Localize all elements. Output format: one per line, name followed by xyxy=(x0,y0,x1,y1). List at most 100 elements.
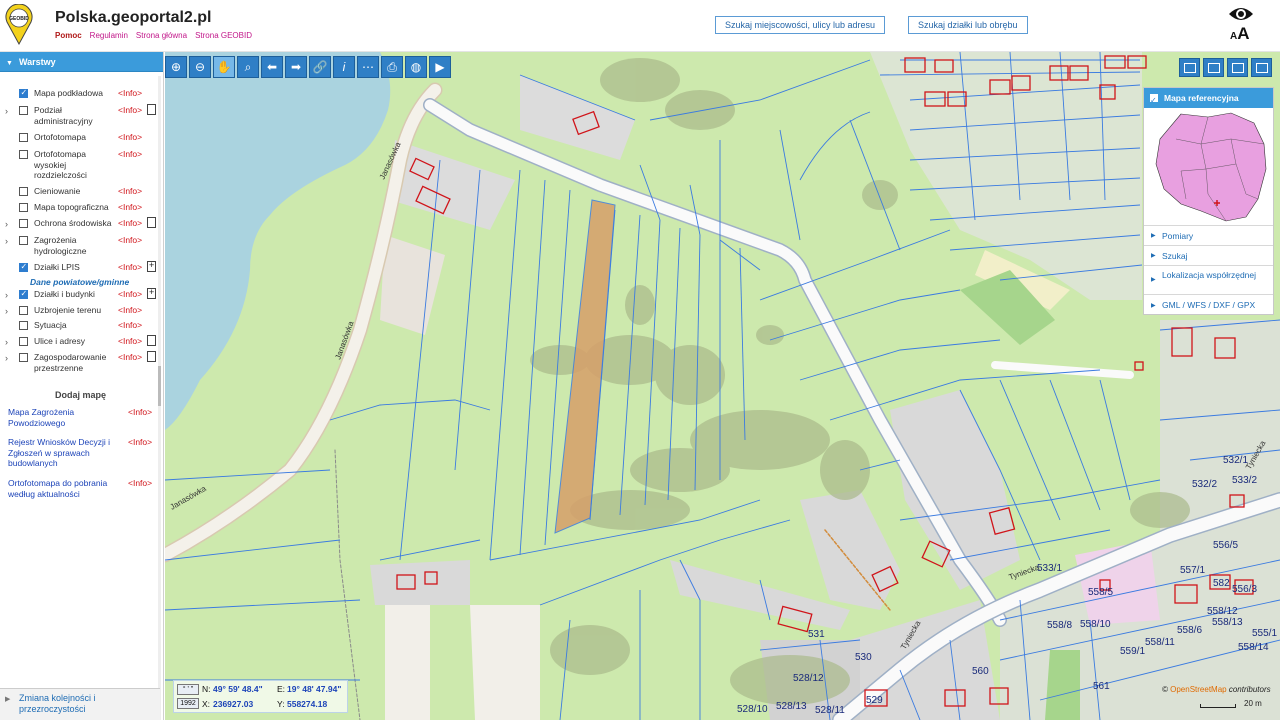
parcel-label: 561 xyxy=(1093,681,1110,692)
legend-document-icon[interactable] xyxy=(147,351,156,362)
add-map-orthophoto-download[interactable]: Ortofotomapa do pobrania według aktualno… xyxy=(8,478,158,499)
search-parcel-button[interactable]: Szukaj działki lub obrębu xyxy=(908,16,1028,34)
longitude-value: 19° 48' 47.94" xyxy=(287,684,342,694)
home-link[interactable]: Strona główna xyxy=(136,31,187,40)
zoom-box-icon[interactable]: ⌕ xyxy=(237,56,259,78)
layer-checkbox[interactable] xyxy=(19,321,28,330)
expand-chevron-icon[interactable]: › xyxy=(5,337,8,347)
info-link[interactable]: <Info> xyxy=(128,478,152,488)
legend-plus-icon[interactable] xyxy=(147,260,156,272)
legend-document-icon[interactable] xyxy=(147,217,156,228)
info-link[interactable]: <Info> xyxy=(128,437,152,447)
search-place-button[interactable]: Szukaj miejscowości, ulicy lub adresu xyxy=(715,16,886,34)
info-link[interactable]: <Info> xyxy=(128,407,152,417)
expand-chevron-icon[interactable]: › xyxy=(5,353,8,363)
osm-link[interactable]: OpenStreetMap xyxy=(1170,685,1226,694)
zoom-in-icon[interactable]: ⊕ xyxy=(165,56,187,78)
font-size-toggle[interactable]: AA xyxy=(1230,24,1250,44)
layer-checkbox[interactable] xyxy=(19,306,28,315)
parcel-label: 529 xyxy=(866,695,883,706)
local-data-subheader: Dane powiatowe/gminne xyxy=(30,277,130,287)
print-icon[interactable]: ⎙ xyxy=(381,56,403,78)
layer-checkbox[interactable] xyxy=(19,106,28,115)
geobid-link[interactable]: Strona GEOBID xyxy=(195,31,252,40)
layer-order-footer[interactable]: ▶ Zmiana kolejności i przezroczystości xyxy=(0,688,160,720)
legend-document-icon[interactable] xyxy=(147,104,156,115)
add-map-building-register[interactable]: Rejestr Wniosków Decyzji i Zgłoszeń w sp… xyxy=(8,437,158,469)
panel-gml-export[interactable]: ▶ GML / WFS / DXF / GPX xyxy=(1144,294,1273,315)
info-link[interactable]: <Info> xyxy=(118,320,142,330)
legend-document-icon[interactable] xyxy=(147,335,156,346)
info-link[interactable]: <Info> xyxy=(118,305,142,315)
sidebar-scrollbar[interactable] xyxy=(158,76,161,720)
panel-measurements[interactable]: ▶ Pomiary xyxy=(1144,225,1273,245)
expand-chevron-icon[interactable]: › xyxy=(5,219,8,229)
info-link[interactable]: <Info> xyxy=(118,352,142,362)
geobid-logo-icon[interactable]: GEOBID xyxy=(4,4,34,46)
legend-plus-icon[interactable] xyxy=(147,287,156,299)
parcel-label: 560 xyxy=(972,666,989,677)
layer-label: Zagospodarowanie przestrzenne xyxy=(34,352,107,373)
layout-top-icon[interactable] xyxy=(1179,58,1200,77)
info-link[interactable]: <Info> xyxy=(118,149,142,159)
crs-1992-toggle[interactable]: 1992 xyxy=(177,698,199,709)
parcel-label: 532/2 xyxy=(1192,479,1217,490)
pan-hand-icon[interactable]: ✋ xyxy=(213,56,235,78)
back-arrow-icon[interactable]: ⬅ xyxy=(261,56,283,78)
reference-map-header[interactable]: Mapa referencyjna xyxy=(1144,88,1273,111)
layer-checkbox[interactable] xyxy=(19,262,28,272)
terms-link[interactable]: Regulamin xyxy=(90,31,128,40)
layer-checkbox[interactable] xyxy=(19,289,28,299)
export-icon[interactable] xyxy=(1227,58,1248,77)
info-link[interactable]: <Info> xyxy=(118,202,142,212)
dms-format-toggle[interactable]: ° ' " xyxy=(177,684,199,695)
layer-checkbox[interactable] xyxy=(19,150,28,159)
panel-coordinate-location[interactable]: ▶ Lokalizacja współrzędnej xyxy=(1144,265,1273,294)
header-links: Pomoc Regulamin Strona główna Strona GEO… xyxy=(55,31,252,40)
reference-map[interactable] xyxy=(1146,109,1273,224)
layers-sidebar: ▼Warstwy Mapa podkładowa <Info> › Podział a… xyxy=(0,52,164,720)
info-link[interactable]: <Info> xyxy=(118,336,142,346)
expand-chevron-icon[interactable]: › xyxy=(5,290,8,300)
zoom-out-icon[interactable]: ⊖ xyxy=(189,56,211,78)
expand-chevron-icon[interactable]: › xyxy=(5,106,8,116)
camera-icon[interactable]: ▶ xyxy=(429,56,451,78)
layer-checkbox[interactable] xyxy=(19,187,28,196)
map-layer: Janasówka Janasówka Janasówka Tyniecka T… xyxy=(165,52,1280,720)
layer-checkbox[interactable] xyxy=(19,203,28,212)
layer-label: Mapa podkładowa xyxy=(34,88,103,98)
globe-icon[interactable]: ◍ xyxy=(405,56,427,78)
add-map-flood[interactable]: Mapa Zagrożenia Powodziowego <Info> xyxy=(8,407,158,428)
parcel-label: 582 xyxy=(1213,578,1230,589)
info-link[interactable]: <Info> xyxy=(118,105,142,115)
info-link[interactable]: <Info> xyxy=(118,235,142,245)
map-canvas[interactable]: Janasówka Janasówka Janasówka Tyniecka T… xyxy=(165,52,1280,720)
parcel-label: 558/8 xyxy=(1047,620,1072,631)
residential-area xyxy=(380,235,445,335)
link-icon[interactable]: 🔗 xyxy=(309,56,331,78)
layer-checkbox[interactable] xyxy=(19,236,28,245)
info-link[interactable]: <Info> xyxy=(118,262,142,272)
expand-chevron-icon[interactable]: › xyxy=(5,236,8,246)
layout-left-icon[interactable] xyxy=(1203,58,1224,77)
layout-right-icon[interactable] xyxy=(1251,58,1272,77)
accessibility-eye-icon[interactable] xyxy=(1228,5,1254,23)
layer-checkbox[interactable] xyxy=(19,353,28,362)
measure-icon[interactable]: ⋯ xyxy=(357,56,379,78)
layer-checkbox[interactable] xyxy=(19,219,28,228)
green-field xyxy=(1045,650,1080,720)
info-link[interactable]: <Info> xyxy=(118,218,142,228)
panel-search[interactable]: ▶ Szukaj xyxy=(1144,245,1273,265)
layer-checkbox[interactable] xyxy=(19,133,28,142)
layers-panel-header[interactable]: ▼ Warstwy xyxy=(0,52,163,72)
info-icon[interactable]: i xyxy=(333,56,355,78)
forward-arrow-icon[interactable]: ➡ xyxy=(285,56,307,78)
layer-checkbox[interactable] xyxy=(19,88,28,98)
layer-checkbox[interactable] xyxy=(19,337,28,346)
help-link[interactable]: Pomoc xyxy=(55,31,82,40)
info-link[interactable]: <Info> xyxy=(118,289,142,299)
expand-chevron-icon[interactable]: › xyxy=(5,306,8,316)
info-link[interactable]: <Info> xyxy=(118,88,142,98)
info-link[interactable]: <Info> xyxy=(118,132,142,142)
info-link[interactable]: <Info> xyxy=(118,186,142,196)
